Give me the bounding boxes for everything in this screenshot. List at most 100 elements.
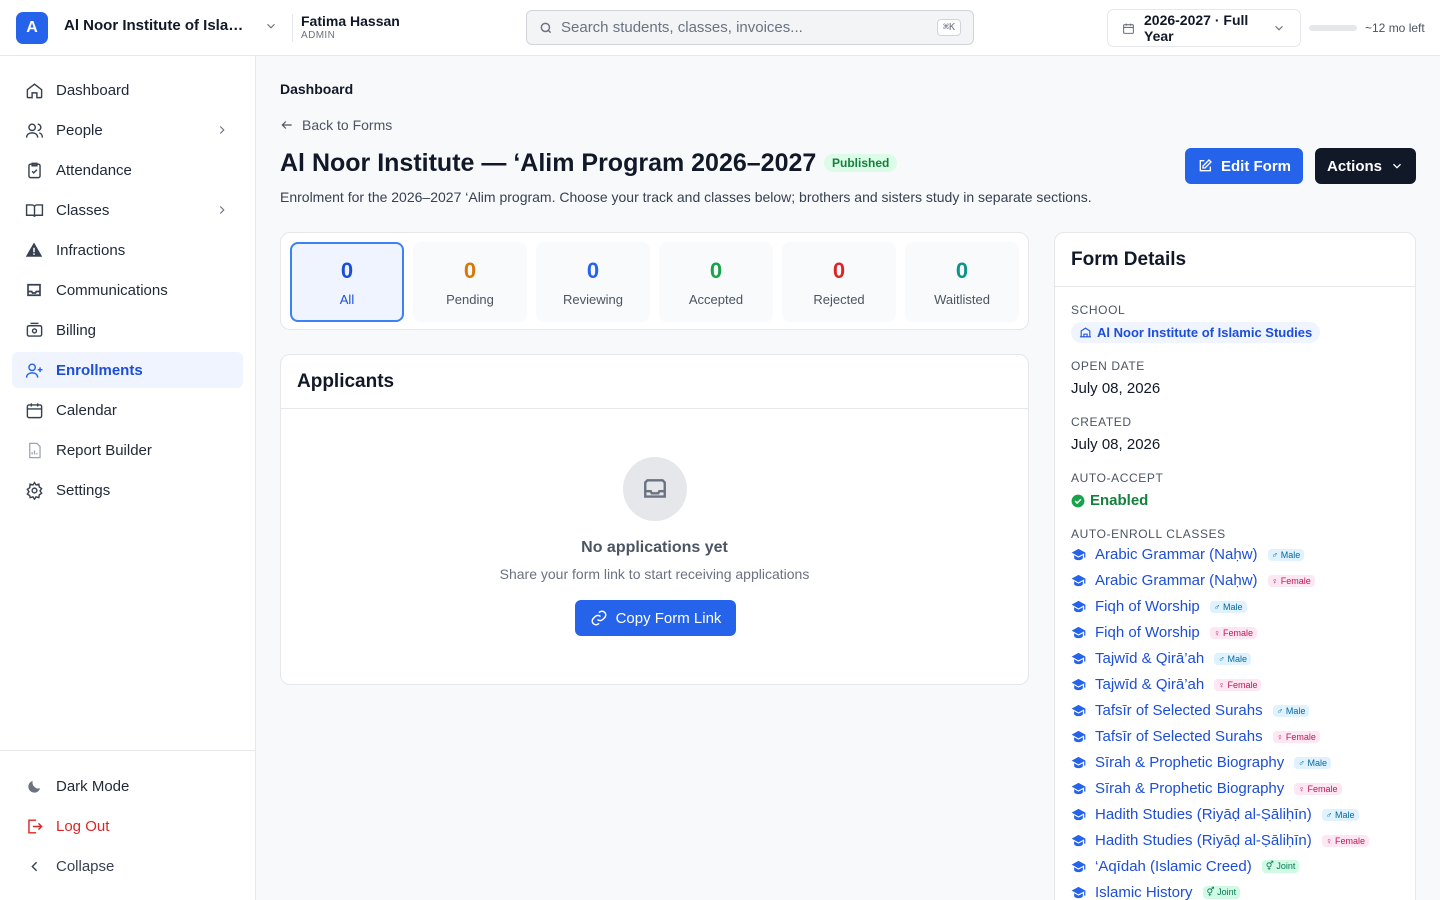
home-icon [24,80,44,100]
sidebar-item-billing[interactable]: Billing [12,312,243,348]
sidebar-item-report-builder[interactable]: Report Builder [12,432,243,468]
sidebar-item-infractions[interactable]: Infractions [12,232,243,268]
graduation-cap-icon [1071,625,1086,640]
gender-section-tag: ⚥ Joint [1202,886,1241,899]
auto-enroll-class-item[interactable]: Hadith Studies (Riyāḍ al-Ṣāliḥīn) ♀ Femal… [1071,832,1370,849]
stat-label: Reviewing [563,291,623,307]
actions-label: Actions [1326,157,1382,175]
filter-reviewing[interactable]: 0 Reviewing [536,242,650,322]
graduation-cap-icon [1071,781,1086,796]
copy-form-link-button[interactable]: Copy Form Link [575,600,736,636]
auto-enroll-class-item[interactable]: Fiqh of Worship ♂ Male [1071,598,1247,615]
inbox-icon [24,280,44,300]
sidebar: Dashboard People Attendance Classes Infr… [0,56,256,900]
class-name-link[interactable]: Tajwīd & Qirā’ah [1095,650,1204,667]
school-selector[interactable]: Al Noor Institute of Islamic Studies [64,17,278,34]
class-name-link[interactable]: Fiqh of Worship [1095,624,1200,641]
edit-icon [1197,158,1213,174]
auto-enroll-class-item[interactable]: Tafsīr of Selected Surahs ♀ Female [1071,728,1320,745]
auto-enroll-class-item[interactable]: Tafsīr of Selected Surahs ♂ Male [1071,702,1310,719]
status-badge: Published [824,154,898,172]
sidebar-item-people[interactable]: People [12,112,243,148]
sidebar-item-classes[interactable]: Classes [12,192,243,228]
school-logo[interactable]: A [16,12,48,44]
check-circle-icon [1071,494,1085,508]
sidebar-item-calendar[interactable]: Calendar [12,392,243,428]
class-name-link[interactable]: Sīrah & Prophetic Biography [1095,780,1284,797]
academic-year-selector[interactable]: 2026-2027 · Full Year [1107,9,1301,47]
sidebar-item-dashboard[interactable]: Dashboard [12,72,243,108]
sidebar-item-settings[interactable]: Settings [12,472,243,508]
gender-section-tag: ♂ Male [1214,652,1251,665]
class-name-link[interactable]: Sīrah & Prophetic Biography [1095,754,1284,771]
class-name-link[interactable]: Tajwīd & Qirā’ah [1095,676,1204,693]
graduation-cap-icon [1071,547,1086,562]
logout-button[interactable]: Log Out [12,808,243,844]
gender-section-tag: ♀ Female [1214,678,1262,691]
top-bar: A Al Noor Institute of Islamic Studies F… [0,0,1440,56]
auto-enroll-class-item[interactable]: Fiqh of Worship ♀ Female [1071,624,1258,641]
dark-mode-toggle[interactable]: Dark Mode [12,768,243,804]
sidebar-item-label: Enrollments [56,361,143,379]
stat-value: 0 [955,257,969,283]
class-name-link[interactable]: Hadith Studies (Riyāḍ al-Ṣāliḥīn) [1095,806,1312,823]
gender-section-tag: ⚥ Joint [1261,860,1300,873]
filter-all[interactable]: 0 All [290,242,404,322]
sidebar-item-label: Communications [56,281,168,299]
gender-section-tag: ♂ Male [1209,600,1247,613]
class-name-link[interactable]: Arabic Grammar (Naḥw) [1095,546,1258,563]
breadcrumb[interactable]: Dashboard [280,81,353,97]
filter-pending[interactable]: 0 Pending [413,242,527,322]
back-to-forms-link[interactable]: Back to Forms [280,117,392,133]
auto-enroll-class-item[interactable]: Arabic Grammar (Naḥw) ♂ Male [1071,546,1305,563]
gender-section-tag: ♀ Female [1321,834,1370,847]
class-name-link[interactable]: Tafsīr of Selected Surahs [1095,702,1263,719]
class-name-link[interactable]: Fiqh of Worship [1095,598,1200,615]
class-name-link[interactable]: Arabic Grammar (Naḥw) [1095,572,1258,589]
user-name[interactable]: Fatima Hassan [301,13,400,29]
divider [292,14,293,42]
auto-enroll-class-item[interactable]: Hadith Studies (Riyāḍ al-Ṣāliḥīn) ♂ Male [1071,806,1359,823]
sidebar-item-communications[interactable]: Communications [12,272,243,308]
inbox-icon [623,457,687,521]
applicants-heading: Applicants [281,355,1028,409]
search-input[interactable] [561,19,929,36]
class-name-link[interactable]: Islamic History [1095,884,1193,900]
page-title: Al Noor Institute — ‘Alim Program 2026–2… [280,149,817,177]
actions-button[interactable]: Actions [1315,148,1416,184]
auto-enroll-class-item[interactable]: Sīrah & Prophetic Biography ♀ Female [1071,780,1342,797]
graduation-cap-icon [1071,677,1086,692]
school-chip[interactable]: Al Noor Institute of Islamic Studies [1071,322,1321,343]
auto-enroll-class-item[interactable]: Sīrah & Prophetic Biography ♂ Male [1071,754,1332,771]
chevron-down-icon [264,19,278,33]
collapse-sidebar-button[interactable]: Collapse [12,848,243,884]
auto-enroll-class-item[interactable]: Tajwīd & Qirā’ah ♂ Male [1071,650,1251,667]
filter-accepted[interactable]: 0 Accepted [659,242,773,322]
edit-form-button[interactable]: Edit Form [1185,148,1303,184]
chevron-left-icon [24,856,44,876]
logout-label: Log Out [56,817,110,835]
graduation-cap-icon [1071,859,1086,874]
time-left-label: ~12 mo left [1365,21,1425,35]
auto-enroll-class-item[interactable]: Arabic Grammar (Naḥw) ♀ Female [1071,572,1315,589]
graduation-cap-icon [1071,833,1086,848]
class-name-link[interactable]: Tafsīr of Selected Surahs [1095,728,1263,745]
dark-mode-label: Dark Mode [56,777,130,795]
sidebar-item-attendance[interactable]: Attendance [12,152,243,188]
graduation-cap-icon [1071,755,1086,770]
created-value: July 08, 2026 [1071,436,1161,453]
empty-state-subtitle: Share your form link to start receiving … [499,566,810,582]
form-description: Enrolment for the 2026–2027 ‘Alim progra… [280,189,1092,205]
filter-waitlisted[interactable]: 0 Waitlisted [905,242,1019,322]
sidebar-item-enrollments[interactable]: Enrollments [12,352,243,388]
graduation-cap-icon [1071,651,1086,666]
auto-enroll-class-item[interactable]: ‘Aqīdah (Islamic Creed) ⚥ Joint [1071,858,1300,875]
class-name-link[interactable]: Hadith Studies (Riyāḍ al-Ṣāliḥīn) [1095,832,1312,849]
search-bar[interactable]: ⌘K [526,10,974,45]
stat-label: Pending [446,291,494,307]
open-date-value: July 08, 2026 [1071,380,1161,397]
auto-enroll-class-item[interactable]: Tajwīd & Qirā’ah ♀ Female [1071,676,1262,693]
auto-enroll-class-item[interactable]: Islamic History ⚥ Joint [1071,884,1241,900]
filter-rejected[interactable]: 0 Rejected [782,242,896,322]
class-name-link[interactable]: ‘Aqīdah (Islamic Creed) [1095,858,1252,875]
